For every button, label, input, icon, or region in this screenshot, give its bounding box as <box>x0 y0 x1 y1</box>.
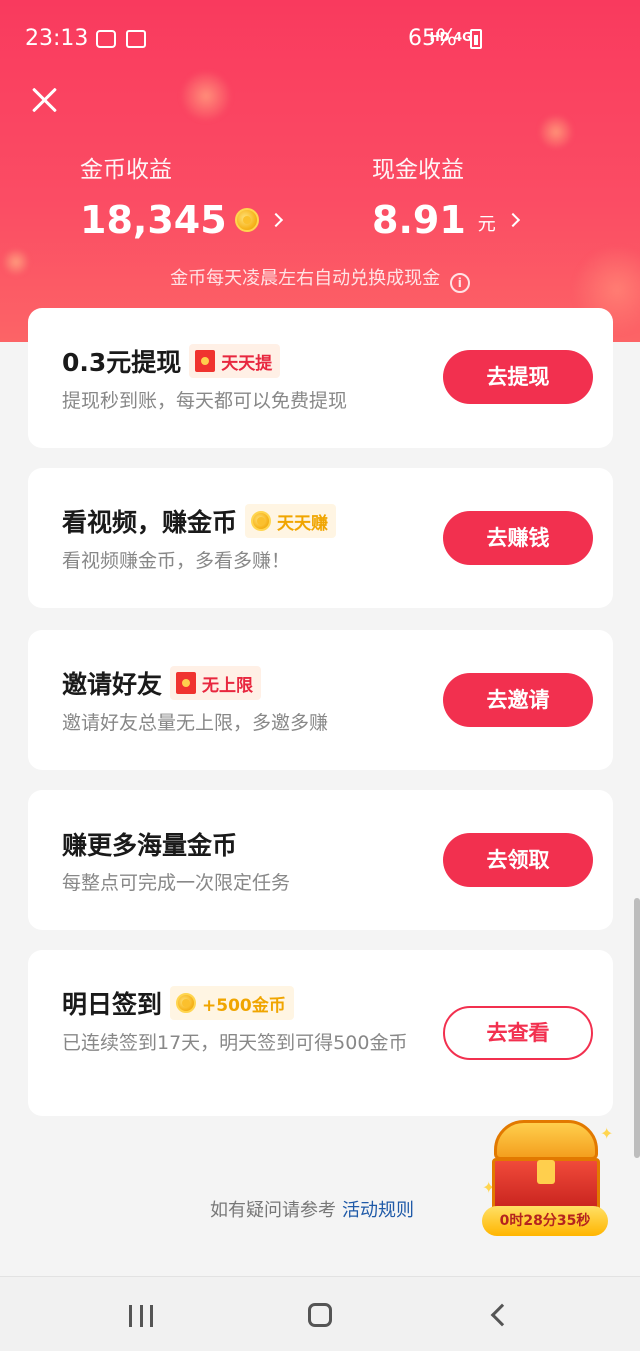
info-icon[interactable]: i <box>449 273 470 293</box>
earnings-page: 23:13 HD 4G 65% 金币收益 18,345 现金收益 8.91 元 <box>0 0 640 1351</box>
task-desc: 每整点可完成一次限定任务 <box>62 872 291 894</box>
task-title: 邀请好友 <box>62 670 163 699</box>
earnings-header: 23:13 HD 4G 65% 金币收益 18,345 现金收益 8.91 元 <box>0 0 640 342</box>
decor-bubble <box>538 114 574 150</box>
chevron-right-icon <box>268 212 283 228</box>
chest-lock-icon <box>537 1160 555 1184</box>
coin-icon <box>176 993 197 1013</box>
exchange-note-text: 金币每天凌晨左右自动兑换成现金 <box>170 268 441 289</box>
status-bar: 23:13 HD 4G 65% <box>0 0 640 80</box>
scrollbar[interactable] <box>634 898 640 1158</box>
coin-earnings-label: 金币收益 <box>80 157 172 183</box>
task-card-video: 看视频，赚金币 天天赚 看视频赚金币，多看多赚！ 去赚钱 <box>28 468 613 608</box>
coin-earnings-value: 18,345 <box>80 198 227 242</box>
withdraw-button[interactable]: 去提现 <box>443 350 593 404</box>
task-tag: 天天赚 <box>245 504 337 538</box>
exchange-note: 金币每天凌晨左右自动兑换成现金 i <box>0 264 640 293</box>
rules-link[interactable]: 活动规则 <box>342 1200 414 1221</box>
task-tag-label: 无上限 <box>202 675 254 696</box>
task-title: 赚更多海量金币 <box>62 831 238 860</box>
back-icon[interactable] <box>490 1303 514 1327</box>
recent-apps-icon[interactable] <box>129 1305 153 1327</box>
system-nav-bar <box>0 1276 640 1351</box>
red-envelope-icon <box>176 672 197 694</box>
gallery-icon <box>126 30 146 48</box>
coin-earnings[interactable]: 金币收益 18,345 <box>80 150 283 242</box>
chest-lid <box>494 1120 598 1160</box>
task-desc: 看视频赚金币，多看多赚！ <box>62 550 291 572</box>
task-desc: 已连续签到17天，明天签到可得500金币 <box>62 1032 408 1054</box>
task-card-more-coins: 赚更多海量金币 每整点可完成一次限定任务 去领取 <box>28 790 613 930</box>
task-card-withdraw: 0.3元提现 天天提 提现秒到账，每天都可以免费提现 去提现 <box>28 308 613 448</box>
task-card-invite: 邀请好友 无上限 邀请好友总量无上限，多邀多赚 去邀请 <box>28 630 613 770</box>
claim-button[interactable]: 去领取 <box>443 833 593 887</box>
cash-earnings-value: 8.91 <box>372 198 466 242</box>
coin-icon <box>234 208 259 232</box>
chevron-right-icon <box>505 212 520 228</box>
rules-note-text: 如有疑问请参考 <box>210 1200 336 1221</box>
task-title: 0.3元提现 <box>62 348 182 377</box>
treasure-chest-button[interactable]: ✦ ✦ 0时28分35秒 <box>482 1120 614 1238</box>
task-title: 明日签到 <box>62 990 163 1019</box>
task-desc: 邀请好友总量无上限，多邀多赚 <box>62 712 329 734</box>
task-card-checkin: 明日签到 +500金币 已连续签到17天，明天签到可得500金币 去查看 <box>28 950 613 1116</box>
earn-money-button[interactable]: 去赚钱 <box>443 511 593 565</box>
battery-percent: 65% <box>408 26 457 51</box>
battery-icon <box>470 29 482 49</box>
cash-earnings-label: 现金收益 <box>372 157 464 183</box>
rules-note: 如有疑问请参考 活动规则 <box>210 1196 414 1222</box>
task-tag-label: 天天提 <box>221 353 273 374</box>
red-envelope-icon <box>195 350 216 372</box>
invite-button[interactable]: 去邀请 <box>443 673 593 727</box>
home-icon[interactable] <box>308 1303 332 1327</box>
status-time: 23:13 <box>25 26 89 51</box>
task-tag-label: +500金币 <box>202 995 286 1016</box>
sparkle-icon: ✦ <box>600 1124 614 1143</box>
task-tag-label: 天天赚 <box>277 513 329 534</box>
task-title: 看视频，赚金币 <box>62 508 238 537</box>
message-icon <box>96 30 116 48</box>
task-tag: 无上限 <box>170 666 262 700</box>
coin-icon <box>251 511 272 531</box>
cash-earnings[interactable]: 现金收益 8.91 元 <box>372 150 520 242</box>
close-icon[interactable] <box>28 84 60 116</box>
task-tag: 天天提 <box>189 344 281 378</box>
task-tag: +500金币 <box>170 986 294 1020</box>
view-button[interactable]: 去查看 <box>443 1006 593 1060</box>
cash-unit: 元 <box>477 214 496 235</box>
task-desc: 提现秒到账，每天都可以免费提现 <box>62 390 348 412</box>
chest-timer: 0时28分35秒 <box>482 1206 608 1236</box>
